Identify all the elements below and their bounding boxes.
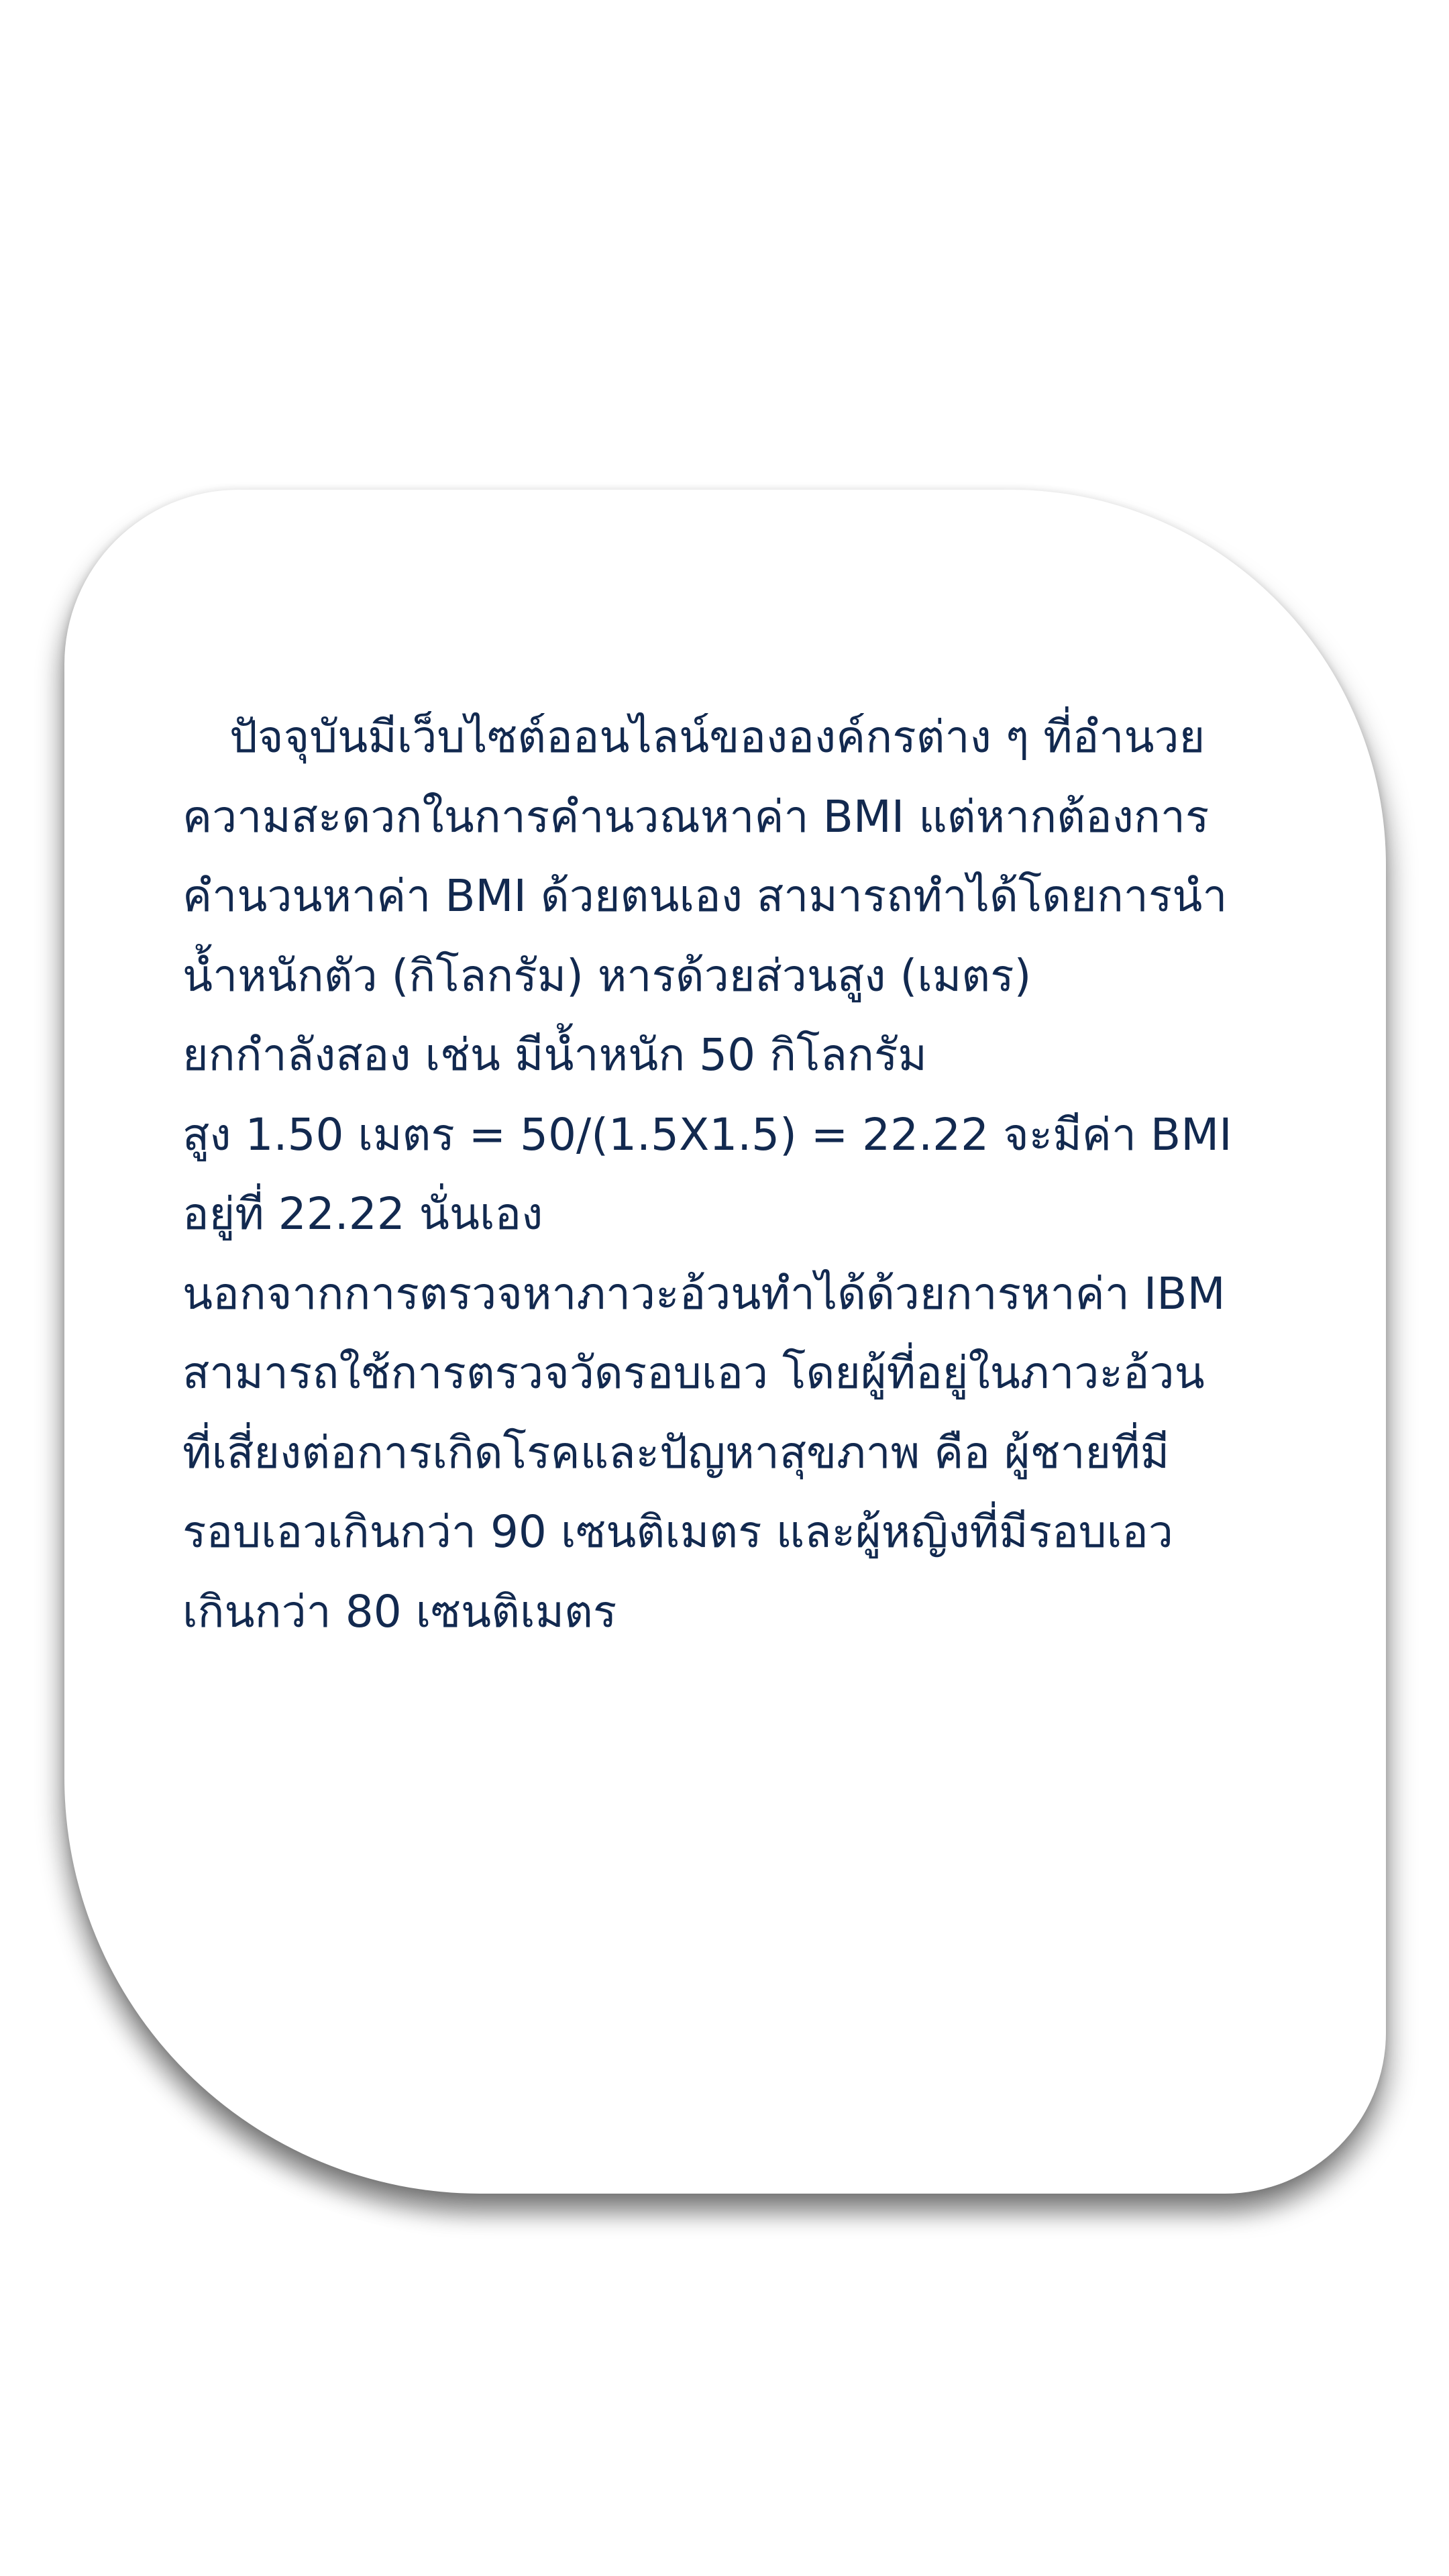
text-line: น้ำหนักตัว (กิโลกรัม) หารด้วยส่วนสูง (เม… [182, 949, 1032, 1002]
text-line: ยกกำลังสอง เช่น มีน้ำหนัก 50 กิโลกรัม [182, 1029, 927, 1081]
text-line: ความสะดวกในการคำนวณหาค่า BMI แต่หากต้องก… [182, 790, 1210, 843]
text-line: สูง 1.50 เมตร = 50/(1.5X1.5) = 22.22 จะม… [182, 1108, 1232, 1161]
text-line: คำนวนหาค่า BMI ด้วยตนเอง สามารถทำได้โดยก… [182, 870, 1228, 922]
bmi-info-paragraph: ปัจจุบันมีเว็บไซต์ออนไลน์ขององค์กรต่าง ๆ… [182, 698, 1309, 1652]
text-line: สามารถใช้การตรวจวัดรอบเอว โดยผู้ที่อยู่ใ… [182, 1347, 1205, 1399]
text-line: นอกจากการตรวจหาภาวะอ้วนทำได้ด้วยการหาค่า… [182, 1267, 1226, 1320]
text-line: รอบเอวเกินกว่า 90 เซนติเมตร และผู้หญิงที… [182, 1506, 1173, 1558]
text-line: อยู่ที่ 22.22 นั่นเอง [182, 1188, 543, 1240]
text-line: เกินกว่า 80 เซนติเมตร [182, 1585, 617, 1638]
text-line: ที่เสี่ยงต่อการเกิดโรคและปัญหาสุขภาพ คือ… [182, 1426, 1170, 1479]
text-line: ปัจจุบันมีเว็บไซต์ออนไลน์ขององค์กรต่าง ๆ… [229, 711, 1205, 763]
